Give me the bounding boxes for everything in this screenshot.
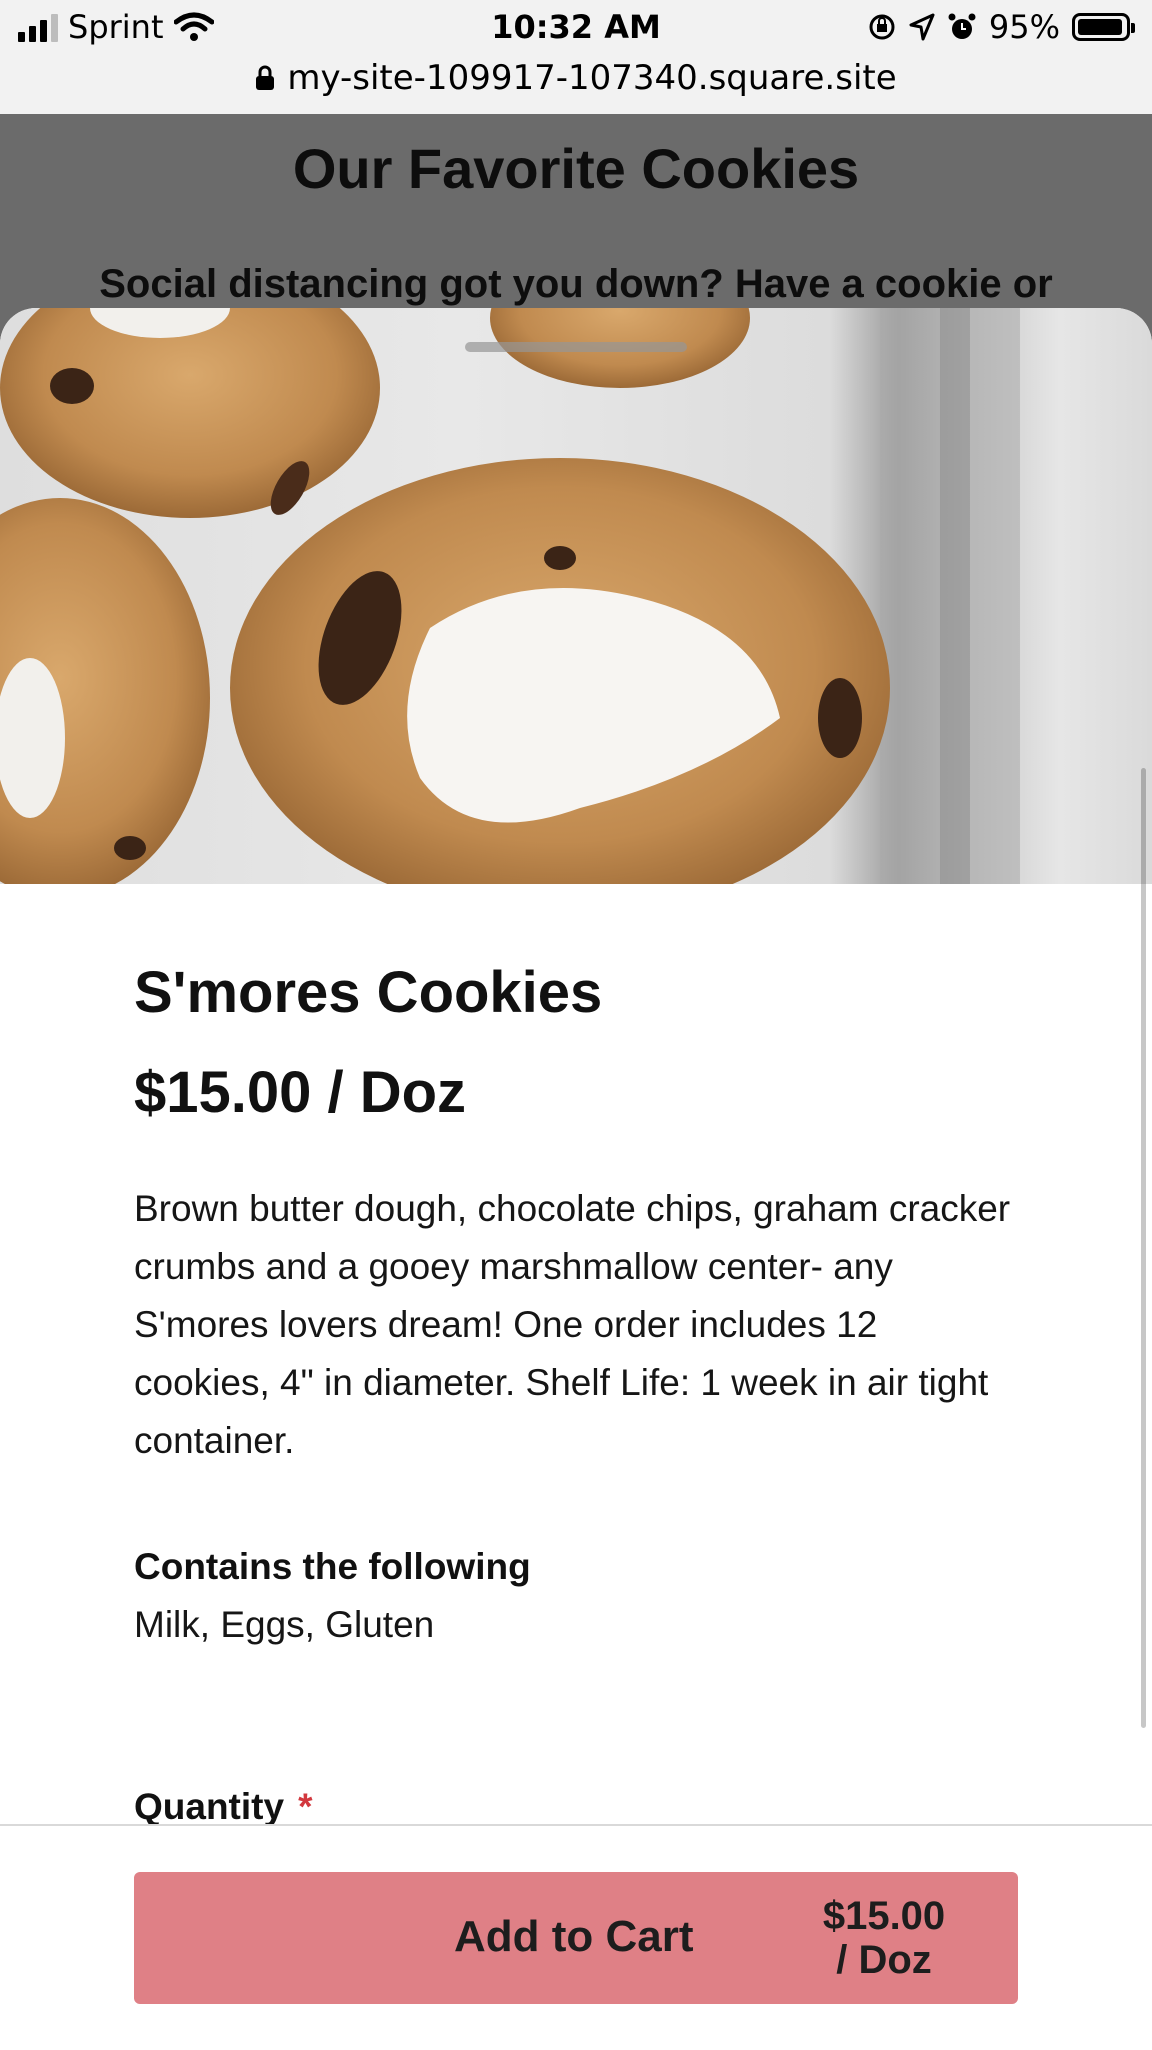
page-title: Our Favorite Cookies: [292, 137, 860, 200]
product-price: $15.00 / Doz: [134, 1060, 467, 1125]
page-subtitle: Social distancing got you down? Have a c…: [99, 262, 1053, 306]
quantity-label-text: Quantity: [134, 1786, 285, 1827]
product-sheet: S'mores Cookies $15.00 / Doz Brown butte…: [0, 308, 1152, 2048]
status-bar: Sprint 10:32 AM 95%: [0, 0, 1152, 56]
url-bar[interactable]: my-site-109917-107340.square.site: [0, 56, 1152, 114]
alarm-icon: [948, 13, 976, 39]
location-arrow-icon: [909, 13, 935, 41]
battery-percent: 95%: [988, 8, 1060, 46]
sheet-grab-handle[interactable]: [465, 342, 687, 352]
quantity-label: Quantity *: [134, 1786, 312, 1828]
url-text: my-site-109917-107340.square.site: [287, 58, 897, 98]
product-image: [0, 308, 1152, 884]
product-name: S'mores Cookies: [134, 960, 603, 1025]
contains-value: Milk, Eggs, Gluten: [134, 1604, 435, 1645]
sheet-footer: Add to Cart $15.00 / Doz: [0, 1824, 1152, 2050]
required-marker: *: [298, 1786, 313, 1827]
background-page: Our Favorite Cookies Social distancing g…: [0, 114, 1152, 314]
url-display[interactable]: my-site-109917-107340.square.site: [255, 58, 897, 98]
cookie-photo-illustration: [0, 308, 1020, 884]
product-description: Brown butter dough, chocolate chips, gra…: [134, 1188, 1011, 1461]
add-to-cart-button[interactable]: Add to Cart $15.00 / Doz: [134, 1872, 1018, 2004]
scrollbar[interactable]: [1141, 768, 1146, 1728]
add-to-cart-price: $15.00 / Doz: [822, 1894, 946, 1982]
battery-icon: [1072, 13, 1135, 41]
battery-fill: [1078, 19, 1122, 35]
status-right: 95%: [867, 8, 1135, 46]
contains-label: Contains the following: [134, 1546, 531, 1587]
orientation-lock-icon: [869, 14, 895, 40]
product-details: S'mores Cookies $15.00 / Doz Brown butte…: [134, 958, 1014, 1650]
add-to-cart-label: Add to Cart: [454, 1912, 694, 1961]
lock-icon: [256, 65, 275, 90]
